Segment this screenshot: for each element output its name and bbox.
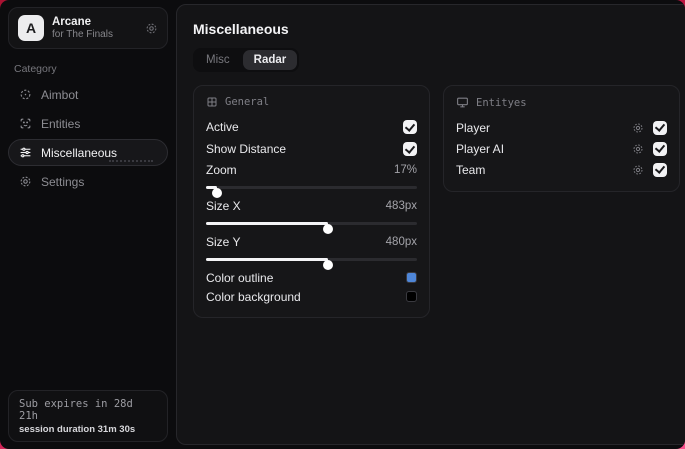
setting-label: Size Y: [206, 235, 241, 249]
entity-label: Player: [456, 120, 491, 135]
color-background-swatch[interactable]: [406, 291, 417, 302]
active-checkbox[interactable]: [403, 120, 417, 134]
app-logo: A: [18, 15, 44, 41]
setting-row-active: Active: [206, 116, 417, 138]
setting-row-color-background: Color background: [206, 287, 417, 306]
entity-label: Team: [456, 162, 486, 177]
panel-title: General: [225, 96, 270, 108]
general-panel: General Active Show Distance Zoom 17% Si…: [193, 85, 430, 318]
entity-row-player-ai: Player AI: [456, 138, 667, 159]
sidebar-item-label: Entities: [41, 116, 81, 131]
subscription-card: Sub expires in 28d 21h session duration …: [8, 390, 168, 442]
sidebar-item-label: Aimbot: [41, 87, 79, 102]
scan-face-icon: [18, 117, 32, 130]
sliders-icon: [18, 146, 32, 159]
sidebar-nav: Aimbot Entities Miscellaneous Settings: [8, 81, 168, 195]
size-y-slider[interactable]: [206, 253, 417, 270]
size-y-value: 480px: [385, 236, 417, 248]
size-x-slider[interactable]: [206, 217, 417, 234]
player-ai-checkbox[interactable]: [653, 141, 667, 156]
setting-row-size-x: Size X 483px: [206, 196, 417, 216]
slider-thumb[interactable]: [323, 259, 334, 270]
slider-thumb[interactable]: [211, 187, 222, 198]
entity-row-player: Player: [456, 117, 667, 138]
session-duration-text: session duration 31m 30s: [19, 424, 136, 435]
gear-icon[interactable]: [632, 122, 644, 134]
setting-row-zoom: Zoom 17%: [206, 160, 417, 180]
entities-panel: Entityes Player Player AI Team: [443, 85, 680, 192]
setting-label: Active: [206, 120, 239, 134]
setting-label: Color outline: [206, 270, 274, 285]
sidebar-item-settings[interactable]: Settings: [8, 168, 168, 195]
sidebar: A Arcane for The Finals Category Aimbot …: [0, 0, 176, 449]
app-subtitle: for The Finals: [52, 28, 113, 40]
monitor-icon: [456, 96, 469, 109]
tab-bar: Misc Radar: [193, 48, 300, 72]
gear-icon[interactable]: [632, 164, 644, 176]
active-item-dots: [109, 160, 153, 162]
zoom-slider[interactable]: [206, 181, 417, 198]
player-checkbox[interactable]: [653, 120, 667, 135]
sidebar-item-miscellaneous[interactable]: Miscellaneous: [8, 139, 168, 166]
gear-icon: [18, 175, 32, 188]
sub-expiry-text: Sub expires in 28d 21h: [19, 398, 133, 422]
setting-label: Size X: [206, 199, 241, 213]
tab-radar[interactable]: Radar: [242, 50, 298, 70]
entity-label: Player AI: [456, 141, 505, 156]
layout-grid-icon: [206, 96, 218, 108]
setting-row-color-outline: Color outline: [206, 268, 417, 287]
setting-label: Zoom: [206, 163, 237, 177]
gear-icon[interactable]: [145, 22, 158, 35]
brand-card: A Arcane for The Finals: [8, 7, 168, 49]
setting-row-size-y: Size Y 480px: [206, 232, 417, 252]
panel-title: Entityes: [476, 96, 527, 109]
tab-misc[interactable]: Misc: [195, 50, 241, 70]
app-window: A Arcane for The Finals Category Aimbot …: [0, 0, 685, 449]
color-outline-swatch[interactable]: [406, 272, 417, 283]
main-content: Miscellaneous Misc Radar General Active …: [176, 4, 685, 445]
gear-icon[interactable]: [632, 143, 644, 155]
setting-label: Color background: [206, 289, 301, 304]
sidebar-item-entities[interactable]: Entities: [8, 110, 168, 137]
show-distance-checkbox[interactable]: [403, 142, 417, 156]
slider-thumb[interactable]: [323, 223, 334, 234]
category-label: Category: [14, 63, 57, 75]
app-title: Arcane: [52, 15, 91, 28]
entity-row-team: Team: [456, 159, 667, 180]
size-x-value: 483px: [385, 200, 417, 212]
zoom-value: 17%: [393, 164, 417, 176]
setting-label: Show Distance: [206, 142, 287, 156]
sidebar-item-aimbot[interactable]: Aimbot: [8, 81, 168, 108]
crosshair-icon: [18, 88, 32, 101]
setting-row-show-distance: Show Distance: [206, 138, 417, 160]
page-title: Miscellaneous: [193, 21, 289, 37]
sidebar-item-label: Miscellaneous: [41, 145, 118, 160]
team-checkbox[interactable]: [653, 162, 667, 177]
sidebar-item-label: Settings: [41, 174, 85, 189]
